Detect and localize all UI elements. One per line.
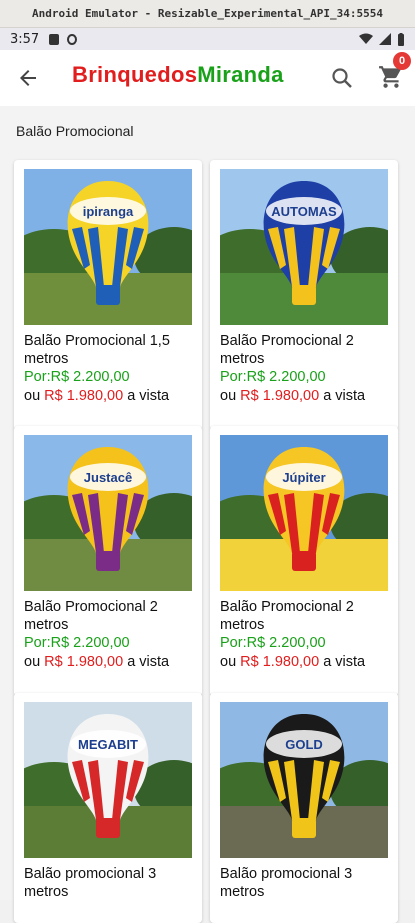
- product-name[interactable]: Balão promocional 3 metros: [24, 865, 196, 901]
- price-value: R$ 2.200,00: [50, 635, 130, 651]
- brand-part2: Miranda: [197, 62, 284, 87]
- discount-prefix: ou: [220, 388, 237, 404]
- product-card[interactable]: GOLD Balão promocional 3 metros: [210, 693, 398, 923]
- sync-icon: [67, 33, 78, 45]
- product-price: Por:R$ 2.200,00: [24, 635, 130, 651]
- battery-icon: [398, 32, 404, 46]
- product-logo-text: AUTOMAS: [271, 204, 337, 219]
- product-listing: Balão Promocional ipiranga Balão Promoci…: [0, 106, 415, 923]
- product-logo-text: Justacê: [84, 470, 132, 485]
- product-name[interactable]: Balão promocional 3 metros: [220, 865, 392, 901]
- product-discount-price: ou R$ 1.980,00 a vista: [24, 388, 169, 404]
- product-name[interactable]: Balão Promocional 1,5 metros: [24, 332, 196, 368]
- notification-icon: [49, 33, 60, 45]
- product-card[interactable]: MEGABIT Balão promocional 3 metros: [14, 693, 202, 923]
- product-discount-price: ou R$ 1.980,00 a vista: [220, 388, 365, 404]
- price-value: R$ 2.200,00: [246, 369, 326, 385]
- status-time: 3:57: [10, 31, 40, 47]
- back-arrow-icon[interactable]: [16, 66, 40, 90]
- product-discount-price: ou R$ 1.980,00 a vista: [220, 654, 365, 670]
- discount-suffix: a vista: [323, 654, 366, 670]
- discount-suffix: a vista: [127, 654, 170, 670]
- price-label: Por:: [220, 635, 247, 651]
- price-label: Por:: [24, 369, 51, 385]
- price-value: R$ 2.200,00: [50, 369, 130, 385]
- product-name[interactable]: Balão Promocional 2 metros: [220, 598, 392, 634]
- product-image[interactable]: Júpiter: [220, 435, 388, 591]
- discount-suffix: a vista: [127, 388, 170, 404]
- product-image[interactable]: AUTOMAS: [220, 169, 388, 325]
- product-image[interactable]: MEGABIT: [24, 702, 192, 858]
- product-discount-price: ou R$ 1.980,00 a vista: [24, 654, 169, 670]
- discount-prefix: ou: [24, 388, 41, 404]
- product-logo-text: Júpiter: [282, 470, 325, 485]
- brand-logo: BrinquedosMiranda: [72, 62, 284, 88]
- android-status-bar: 3:57: [0, 28, 415, 50]
- product-card[interactable]: AUTOMAS Balão Promocional 2 metros Por:R…: [210, 160, 398, 430]
- price-label: Por:: [24, 635, 51, 651]
- status-icons: [359, 32, 405, 46]
- product-logo-text: ipiranga: [83, 204, 134, 219]
- product-price: Por:R$ 2.200,00: [220, 369, 326, 385]
- discount-value: R$ 1.980,00: [44, 388, 124, 404]
- product-name[interactable]: Balão Promocional 2 metros: [24, 598, 196, 634]
- cart-count-badge: 0: [393, 52, 411, 70]
- discount-prefix: ou: [24, 654, 41, 670]
- window-title: Android Emulator - Resizable_Experimenta…: [32, 7, 383, 20]
- price-label: Por:: [220, 369, 247, 385]
- section-title: Balão Promocional: [16, 123, 134, 139]
- price-value: R$ 2.200,00: [246, 635, 326, 651]
- discount-prefix: ou: [220, 654, 237, 670]
- product-card[interactable]: Júpiter Balão Promocional 2 metros Por:R…: [210, 426, 398, 696]
- signal-icon: [379, 33, 391, 45]
- discount-suffix: a vista: [323, 388, 366, 404]
- product-name[interactable]: Balão Promocional 2 metros: [220, 332, 392, 368]
- product-price: Por:R$ 2.200,00: [220, 635, 326, 651]
- product-image[interactable]: Justacê: [24, 435, 192, 591]
- product-logo-text: GOLD: [285, 737, 323, 752]
- discount-value: R$ 1.980,00: [44, 654, 124, 670]
- product-image[interactable]: GOLD: [220, 702, 388, 858]
- window-titlebar: Android Emulator - Resizable_Experimenta…: [0, 0, 415, 28]
- product-logo-text: MEGABIT: [78, 737, 138, 752]
- product-card[interactable]: Justacê Balão Promocional 2 metros Por:R…: [14, 426, 202, 696]
- discount-value: R$ 1.980,00: [240, 654, 320, 670]
- wifi-icon: [359, 33, 373, 44]
- discount-value: R$ 1.980,00: [240, 388, 320, 404]
- product-image[interactable]: ipiranga: [24, 169, 192, 325]
- brand-part1: Brinquedos: [72, 62, 198, 87]
- app-bar: BrinquedosMiranda: [0, 50, 415, 106]
- product-card[interactable]: ipiranga Balão Promocional 1,5 metros Po…: [14, 160, 202, 430]
- product-price: Por:R$ 2.200,00: [24, 369, 130, 385]
- search-icon[interactable]: [330, 66, 354, 90]
